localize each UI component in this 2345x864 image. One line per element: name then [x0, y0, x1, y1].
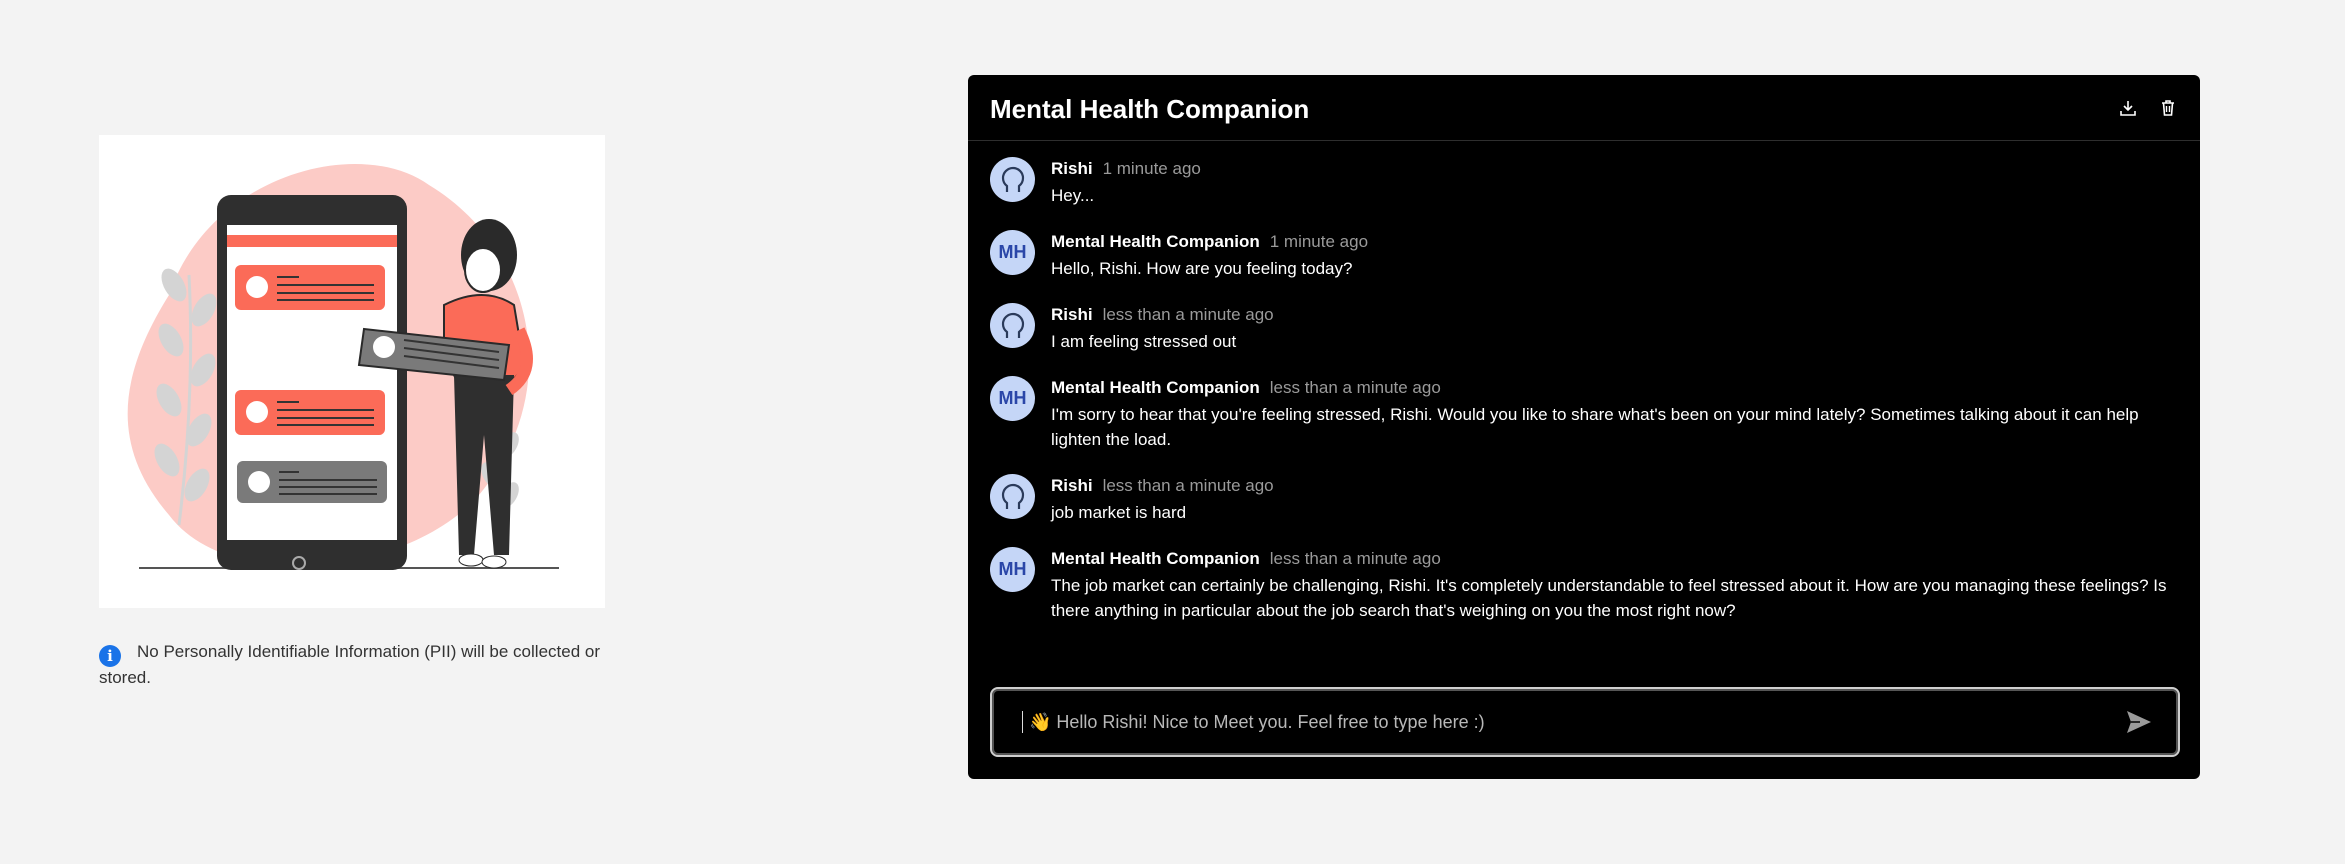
message-text: The job market can certainly be challeng…	[1051, 576, 2167, 620]
message-item: Rishi less than a minute ago I am feeling…	[990, 303, 2178, 354]
info-icon: i	[99, 645, 121, 667]
user-avatar-icon	[990, 303, 1035, 348]
message-time: 1 minute ago	[1269, 232, 1369, 251]
message-author: Mental Health Companion	[1051, 549, 1260, 568]
message-text: Hey...	[1051, 186, 1095, 205]
pii-notice: i No Personally Identifiable Information …	[99, 641, 619, 689]
message-text: I am feeling stressed out	[1051, 332, 1237, 351]
message-item: MH Mental Health Companion less than a mi…	[990, 547, 2178, 623]
message-item: MH Mental Health Companion less than a mi…	[990, 376, 2178, 452]
chat-title: Mental Health Companion	[990, 94, 1310, 124]
message-time: less than a minute ago	[1269, 378, 1441, 397]
message-author: Rishi	[1051, 159, 1093, 178]
message-composer	[990, 687, 2180, 757]
send-icon[interactable]	[2124, 707, 2154, 737]
user-avatar-icon	[990, 474, 1035, 519]
pii-notice-text: No Personally Identifiable Information (…	[99, 642, 600, 687]
message-text: I'm sorry to hear that you're feeling st…	[1051, 405, 2139, 449]
message-time: less than a minute ago	[1102, 476, 1274, 495]
bot-avatar: MH	[990, 547, 1035, 592]
illustration-card	[99, 135, 605, 608]
message-item: Rishi 1 minute ago Hey...	[990, 157, 2178, 208]
download-icon[interactable]	[2118, 98, 2138, 118]
header-actions	[2118, 98, 2178, 118]
message-time: less than a minute ago	[1269, 549, 1441, 568]
bot-avatar: MH	[990, 230, 1035, 275]
chat-app-illustration	[127, 163, 559, 570]
user-avatar-icon	[990, 157, 1035, 202]
message-list: Rishi 1 minute ago Hey... MH Mental Healt…	[968, 141, 2200, 623]
chat-header: Mental Health Companion	[968, 75, 2200, 141]
message-item: MH Mental Health Companion 1 minute ago H…	[990, 230, 2178, 281]
message-author: Rishi	[1051, 305, 1093, 324]
message-input[interactable]	[1027, 710, 2124, 734]
message-time: less than a minute ago	[1102, 305, 1274, 324]
message-author: Rishi	[1051, 476, 1093, 495]
text-caret	[1022, 711, 1023, 733]
message-text: job market is hard	[1051, 503, 1187, 522]
message-item: Rishi less than a minute ago job market i…	[990, 474, 2178, 525]
message-author: Mental Health Companion	[1051, 378, 1260, 397]
message-time: 1 minute ago	[1102, 159, 1201, 178]
message-text: Hello, Rishi. How are you feeling today?	[1051, 259, 1353, 278]
message-author: Mental Health Companion	[1051, 232, 1260, 251]
bot-avatar: MH	[990, 376, 1035, 421]
chat-window: Mental Health Companion Rishi 1 minute ag…	[968, 75, 2200, 779]
trash-icon[interactable]	[2158, 98, 2178, 118]
